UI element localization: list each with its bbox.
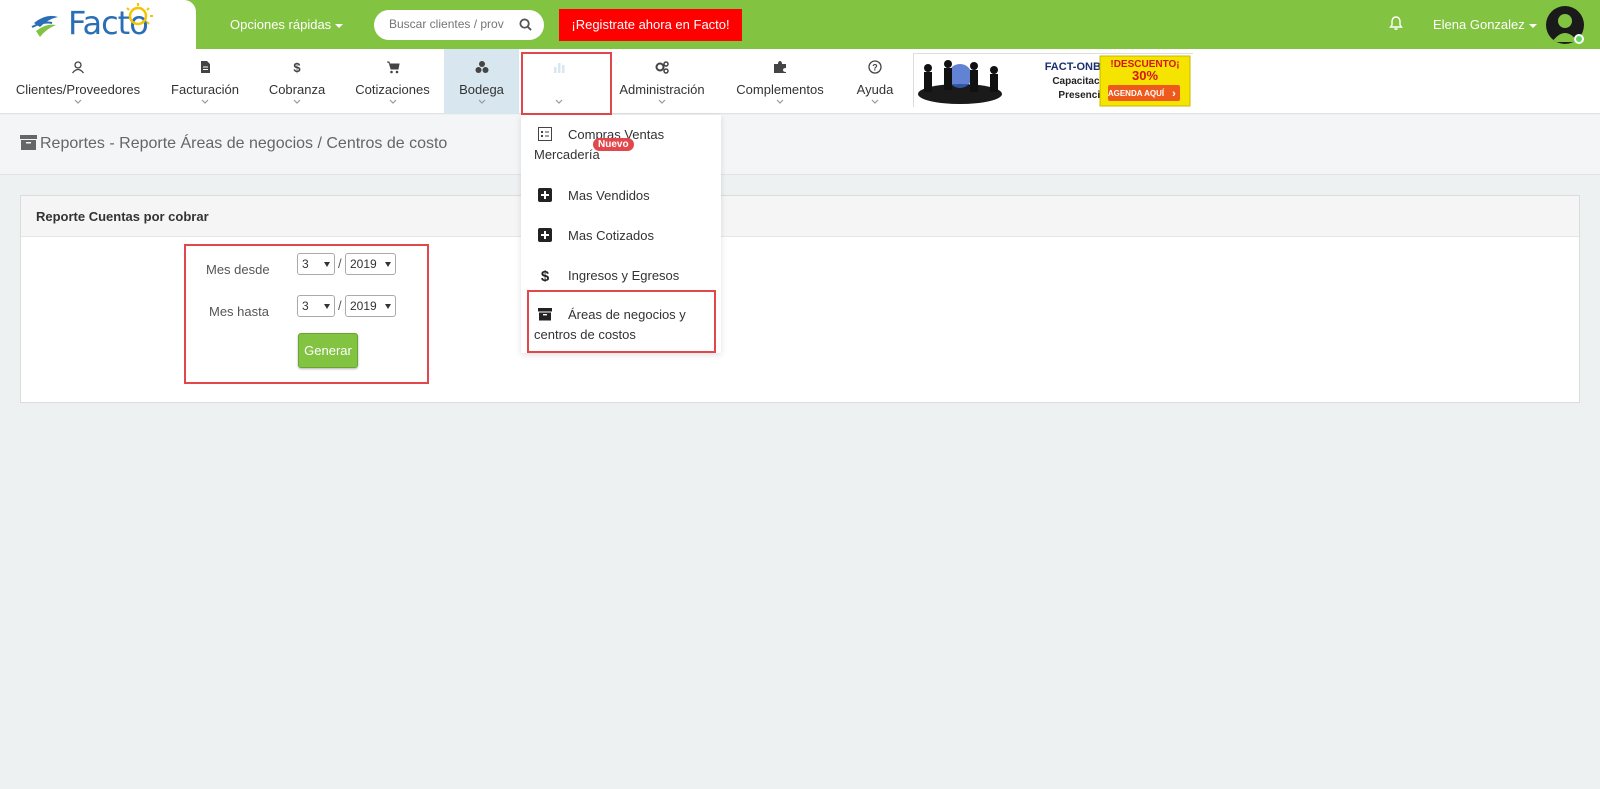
online-status-dot bbox=[1574, 34, 1584, 44]
users-icon bbox=[71, 61, 85, 74]
archive-icon bbox=[20, 135, 37, 150]
caret-down-icon bbox=[1528, 23, 1537, 28]
desde-year-value: 2019 bbox=[350, 257, 377, 271]
list-icon bbox=[538, 127, 552, 141]
page-header: Reportes - Reporte Áreas de negocios / C… bbox=[0, 115, 1600, 175]
nav-label: Facturación bbox=[171, 82, 239, 97]
search-input[interactable] bbox=[389, 17, 509, 31]
nav-cobranza[interactable]: $ Cobranza bbox=[262, 49, 332, 114]
select-arrow-icon bbox=[385, 304, 391, 309]
new-badge: Nuevo bbox=[593, 138, 634, 151]
main-nav: Clientes/Proveedores Facturación $ Cobra… bbox=[0, 49, 1600, 114]
search-icon[interactable] bbox=[519, 18, 532, 31]
chevron-down-icon bbox=[293, 99, 301, 104]
page-title-text: Reportes - Reporte Áreas de negocios / C… bbox=[40, 135, 448, 152]
dollar-icon: $ bbox=[293, 60, 301, 74]
nav-facturacion[interactable]: Facturación bbox=[165, 49, 245, 114]
mes-desde-label: Mes desde bbox=[206, 262, 270, 277]
caret-down-icon bbox=[335, 23, 344, 28]
plus-square-icon bbox=[538, 188, 552, 202]
puzzle-icon bbox=[774, 61, 786, 73]
svg-text:$: $ bbox=[293, 60, 301, 74]
hasta-month-select[interactable]: 3 bbox=[297, 295, 335, 317]
nav-clientes-proveedores[interactable]: Clientes/Proveedores bbox=[8, 49, 148, 114]
report-panel: Reporte Cuentas por cobrar Mes desde 3 /… bbox=[20, 195, 1580, 403]
gears-icon bbox=[655, 61, 669, 74]
chevron-down-icon bbox=[871, 99, 879, 104]
desde-month-value: 3 bbox=[302, 257, 309, 271]
ad-cta: AGENDA AQUÍ bbox=[1108, 89, 1165, 98]
chevron-down-icon bbox=[776, 99, 784, 104]
chevron-down-icon bbox=[389, 99, 396, 104]
onboarding-ad-banner[interactable]: FACT-ONBOARD Capacitaciones Presenciales… bbox=[913, 53, 1194, 108]
menu-item-label: Mas Cotizados bbox=[568, 228, 654, 243]
panel-heading: Reporte Cuentas por cobrar bbox=[21, 196, 1579, 237]
nav-ayuda[interactable]: ? Ayuda bbox=[845, 49, 905, 114]
ad-graphic: FACT-ONBOARD Capacitaciones Presenciales… bbox=[914, 54, 1194, 108]
desde-month-select[interactable]: 3 bbox=[297, 253, 335, 275]
user-menu[interactable]: Elena Gonzalez bbox=[1433, 17, 1537, 32]
question-icon: ? bbox=[868, 60, 882, 74]
chevron-down-icon bbox=[74, 99, 82, 104]
nav-complementos[interactable]: Complementos bbox=[730, 49, 830, 114]
svg-text:?: ? bbox=[872, 63, 878, 73]
nav-label: Clientes/Proveedores bbox=[15, 82, 141, 97]
report-form: Mes desde 3 / 2019 Mes hasta 3 / 2019 Ge… bbox=[184, 244, 429, 384]
chevron-down-icon bbox=[478, 99, 485, 104]
svg-text:›: › bbox=[1172, 88, 1176, 100]
dollar-icon: $ bbox=[541, 268, 550, 282]
chevron-down-icon bbox=[658, 99, 666, 104]
menu-item-mas-vendidos[interactable]: Mas Vendidos bbox=[534, 186, 714, 206]
highlight-reportes bbox=[521, 52, 612, 115]
register-button[interactable]: ¡Registrate ahora en Facto! bbox=[559, 9, 742, 41]
cart-icon bbox=[386, 61, 400, 74]
select-arrow-icon bbox=[324, 304, 330, 309]
svg-text:$: $ bbox=[541, 268, 550, 282]
nav-label: Bodega bbox=[459, 82, 504, 97]
select-arrow-icon bbox=[385, 262, 391, 267]
user-name: Elena Gonzalez bbox=[1433, 17, 1525, 32]
chevron-down-icon bbox=[201, 99, 209, 104]
nav-label: Administración bbox=[619, 82, 705, 97]
bell-icon[interactable] bbox=[1388, 15, 1404, 31]
nav-administracion[interactable]: Administración bbox=[612, 49, 712, 114]
menu-item-ingresos-egresos[interactable]: $ Ingresos y Egresos bbox=[534, 266, 714, 286]
page-title: Reportes - Reporte Áreas de negocios / C… bbox=[20, 135, 447, 153]
mes-hasta-label: Mes hasta bbox=[209, 304, 269, 319]
menu-item-mas-cotizados[interactable]: Mas Cotizados bbox=[534, 226, 714, 246]
menu-item-label: Mas Vendidos bbox=[568, 188, 650, 203]
quick-actions-label: Opciones rápidas bbox=[230, 17, 332, 32]
nav-bodega[interactable]: Bodega bbox=[444, 49, 519, 114]
menu-item-label: Mercadería bbox=[534, 147, 600, 162]
sun-icon bbox=[126, 3, 153, 26]
hasta-month-value: 3 bbox=[302, 299, 309, 313]
boxes-icon bbox=[475, 61, 488, 73]
search-box bbox=[374, 10, 544, 40]
nav-label: Cotizaciones bbox=[355, 82, 430, 97]
nav-label: Complementos bbox=[736, 82, 824, 97]
quick-actions-menu[interactable]: Opciones rápidas bbox=[230, 17, 344, 32]
document-icon bbox=[201, 61, 210, 73]
select-arrow-icon bbox=[324, 262, 330, 267]
desde-year-select[interactable]: 2019 bbox=[345, 253, 396, 275]
nav-cotizaciones[interactable]: Cotizaciones bbox=[350, 49, 435, 114]
date-separator: / bbox=[338, 298, 342, 313]
logo-mark-icon bbox=[31, 15, 58, 37]
menu-item-label: Ingresos y Egresos bbox=[568, 268, 680, 283]
generate-button[interactable]: Generar bbox=[298, 333, 358, 368]
nav-label: Ayuda bbox=[856, 82, 894, 97]
nav-label: Cobranza bbox=[268, 82, 326, 97]
date-separator: / bbox=[338, 256, 342, 271]
hasta-year-select[interactable]: 2019 bbox=[345, 295, 396, 317]
plus-square-icon bbox=[538, 228, 552, 242]
logo[interactable]: Facto bbox=[0, 0, 196, 49]
ad-percent: 30% bbox=[1132, 68, 1158, 83]
top-bar: Facto Opciones rápidas ¡Registrate ahora… bbox=[0, 0, 1600, 49]
hasta-year-value: 2019 bbox=[350, 299, 377, 313]
highlight-areas-negocios bbox=[527, 290, 716, 353]
